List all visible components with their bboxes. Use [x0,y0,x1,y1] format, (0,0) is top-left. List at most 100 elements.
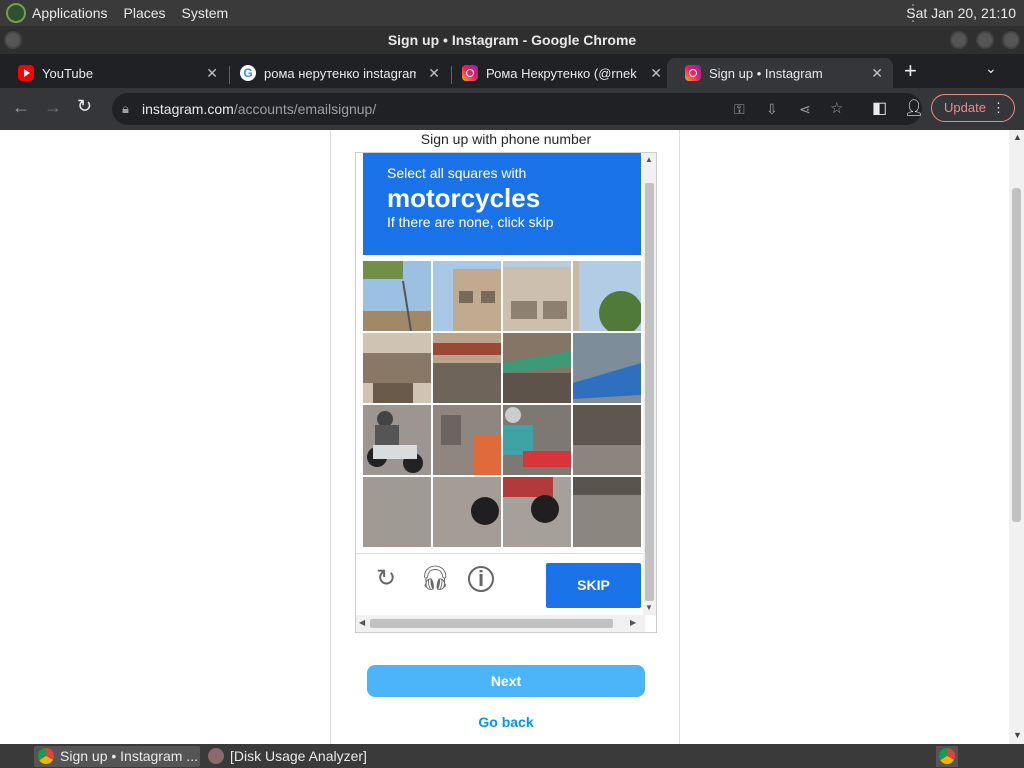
captcha-tile[interactable] [433,333,501,403]
desktop-top-panel: Applications Places System Sat Jan 20, 2… [0,0,1024,26]
captcha-tile[interactable] [503,405,571,475]
maximize-icon[interactable] [976,31,994,49]
side-panel-icon[interactable]: ◧ [872,98,887,118]
reload-icon[interactable]: ↻ [77,96,92,117]
page-viewport: Sign up with phone number Select all squ… [0,130,1024,744]
back-arrow-icon[interactable]: ← [12,97,30,118]
captcha-target: motorcycles [387,183,541,213]
scroll-up-icon[interactable]: ▲ [1013,132,1022,142]
captcha-tile[interactable] [503,477,571,547]
update-button[interactable]: Update ⋮ [931,94,1015,122]
window-titlebar: Sign up • Instagram - Google Chrome [0,26,1024,54]
window-menu-icon[interactable] [4,31,22,49]
captcha-tile[interactable] [433,477,501,547]
tab-label: YouTube [42,65,94,81]
captcha-line1: Select all squares with [387,165,527,181]
reload-challenge-icon[interactable]: ↻ [373,566,399,592]
audio-challenge-icon[interactable]: 🎧︎ [420,566,450,592]
signup-card: Sign up with phone number Select all squ… [330,130,680,744]
captcha-instructions: Select all squares with motorcycles If t… [363,153,641,255]
kebab-menu-icon[interactable]: ⋮ [992,95,1005,121]
captcha-tile[interactable] [433,261,501,331]
info-icon[interactable]: i [468,566,494,592]
tab-google-search[interactable]: G рома нерутенко instagram ✕ [222,58,450,88]
bookmark-star-icon[interactable]: ☆ [830,93,843,125]
page-scrollbar[interactable]: ▲ ▼ [1009,130,1024,744]
recaptcha-frame: Select all squares with motorcycles If t… [355,152,657,633]
window-title: Sign up • Instagram - Google Chrome [387,32,637,48]
next-button[interactable]: Next [367,665,645,697]
tab-label: Sign up • Instagram [709,65,823,81]
browser-toolbar: ← → ↻ 🔒︎ instagram.com/accounts/emailsig… [0,88,1024,130]
scrollbar-thumb[interactable] [645,183,654,601]
tab-label: Рома Некрутенко (@rnek [486,65,637,81]
disk-usage-icon [208,748,224,764]
minimize-icon[interactable] [950,31,968,49]
menu-applications[interactable]: Applications [32,5,108,21]
tab-instagram-signup[interactable]: Sign up • Instagram ✕ [667,58,893,88]
scroll-up-icon[interactable]: ▲ [645,155,653,164]
captcha-tile[interactable] [363,261,431,331]
show-desktop-icon[interactable] [2,746,26,767]
instagram-icon [462,65,478,81]
menu-system[interactable]: System [182,5,229,21]
chrome-icon [38,748,54,764]
taskbar-item-label: [Disk Usage Analyzer] [230,748,367,764]
tab-search-chevron-icon[interactable]: ⌄ [985,60,997,77]
desktop-taskbar: Sign up • Instagram ... [Disk Usage Anal… [0,744,1024,768]
tab-instagram-profile[interactable]: Рома Некрутенко (@rnek ✕ [444,58,672,88]
captcha-image-grid [363,261,641,547]
captcha-tile[interactable] [503,333,571,403]
distro-logo-icon[interactable] [6,3,26,23]
clock[interactable]: Sat Jan 20, 21:10 [906,5,1016,21]
taskbar-item-chrome[interactable]: Sign up • Instagram ... [34,746,200,767]
captcha-tile[interactable] [573,333,641,403]
tab-youtube[interactable]: YouTube ✕ [0,58,228,88]
phone-signup-link[interactable]: Sign up with phone number [331,131,681,147]
close-tab-icon[interactable]: ✕ [871,65,883,82]
scrollbar-thumb[interactable] [370,619,613,628]
url-text[interactable]: instagram.com/accounts/emailsignup/ [142,93,376,125]
captcha-tile[interactable] [573,477,641,547]
menu-places[interactable]: Places [124,5,166,21]
captcha-tile[interactable] [363,405,431,475]
taskbar-item-disk-usage[interactable]: [Disk Usage Analyzer] [204,746,404,767]
taskbar-chrome-tray-icon[interactable] [936,746,958,767]
scroll-down-icon[interactable]: ▼ [1013,730,1022,740]
captcha-tile[interactable] [573,261,641,331]
go-back-link[interactable]: Go back [331,714,681,730]
address-bar[interactable]: 🔒︎ instagram.com/accounts/emailsignup/ ⚿… [112,93,922,125]
scrollbar-thumb[interactable] [1012,188,1021,522]
captcha-horizontal-scrollbar[interactable]: ◀ ▶ [356,615,645,632]
close-tab-icon[interactable]: ✕ [206,65,218,82]
captcha-tile[interactable] [433,405,501,475]
tab-strip: YouTube ✕ G рома нерутенко instagram ✕ Р… [0,54,1024,88]
captcha-tile[interactable] [573,405,641,475]
scroll-left-icon[interactable]: ◀ [359,618,365,627]
key-icon[interactable]: ⚿ [734,93,745,125]
captcha-tile[interactable] [363,333,431,403]
share-icon[interactable]: ⋖ [799,93,811,125]
tab-label: рома нерутенко instagram [264,65,416,81]
google-icon: G [240,65,256,81]
captcha-tile[interactable] [503,261,571,331]
skip-button[interactable]: SKIP [546,563,641,608]
new-tab-plus-icon[interactable]: + [904,58,917,84]
scroll-down-icon[interactable]: ▼ [645,603,653,612]
captcha-tile[interactable] [363,477,431,547]
taskbar-item-label: Sign up • Instagram ... [60,748,198,764]
chrome-icon [939,748,955,764]
close-tab-icon[interactable]: ✕ [650,65,662,82]
update-label: Update [944,100,986,115]
profile-icon[interactable]: 👤︎ [904,98,924,118]
captcha-line3: If there are none, click skip [387,214,554,230]
youtube-icon [18,65,34,81]
lock-icon[interactable]: 🔒︎ [122,93,129,125]
captcha-footer: ↻ 🎧︎ i SKIP [356,553,645,615]
captcha-vertical-scrollbar[interactable]: ▲ ▼ [643,153,656,615]
close-tab-icon[interactable]: ✕ [428,65,440,82]
close-window-icon[interactable] [1002,31,1020,49]
forward-arrow-icon[interactable]: → [44,97,62,118]
scroll-right-icon[interactable]: ▶ [630,618,636,627]
install-app-icon[interactable]: ⇩ [766,93,778,125]
